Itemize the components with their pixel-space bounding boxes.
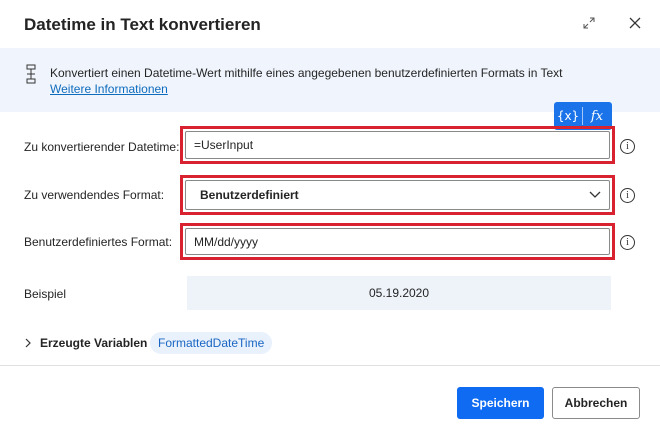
datetime-label: Zu konvertierender Datetime: [24, 140, 180, 154]
action-icon [24, 64, 38, 89]
close-button[interactable] [624, 12, 646, 34]
close-icon [629, 17, 641, 29]
banner-description: Konvertiert einen Datetime-Wert mithilfe… [50, 66, 563, 80]
more-info-link[interactable]: Weitere Informationen [50, 82, 168, 96]
format-info-icon[interactable]: i [620, 188, 635, 203]
custom-format-input[interactable]: MM/dd/yyyy [185, 228, 610, 255]
example-value: 05.19.2020 [187, 276, 611, 310]
format-dropdown[interactable]: Benutzerdefiniert [185, 180, 610, 210]
chevron-right-icon [25, 338, 31, 348]
example-label: Beispiel [24, 287, 67, 301]
expand-icon [583, 17, 595, 29]
dialog: Datetime in Text konvertieren Konvertier… [0, 0, 660, 439]
cancel-button[interactable]: Abbrechen [552, 387, 640, 419]
save-button[interactable]: Speichern [457, 387, 544, 419]
datetime-input[interactable]: =UserInput [185, 131, 610, 159]
expand-button[interactable] [578, 12, 600, 34]
footer-divider [0, 365, 660, 366]
format-selected-value: Benutzerdefiniert [200, 188, 299, 202]
custom-format-label: Benutzerdefiniertes Format: [24, 235, 173, 249]
generated-variables-toggle[interactable]: Erzeugte Variablen [24, 336, 147, 350]
datetime-info-icon[interactable]: i [620, 139, 635, 154]
chevron-down-icon [589, 188, 601, 202]
format-label: Zu verwendendes Format: [24, 188, 165, 202]
generated-variables-label: Erzeugte Variablen [40, 336, 148, 350]
dialog-title: Datetime in Text konvertieren [24, 15, 261, 34]
variable-chip[interactable]: FormattedDateTime [150, 332, 273, 354]
custom-format-info-icon[interactable]: i [620, 235, 635, 250]
